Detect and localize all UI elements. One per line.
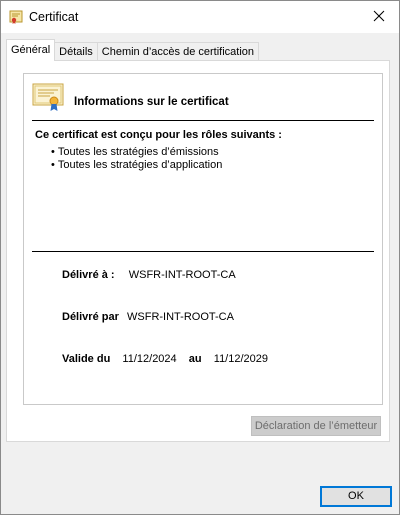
general-tab-panel: Informations sur le certificat Ce certif… xyxy=(6,60,390,442)
tab-certification-path[interactable]: Chemin d’accès de certification xyxy=(96,42,260,61)
valid-from-value: 11/12/2024 xyxy=(122,353,177,365)
certificate-info-box: Informations sur le certificat Ce certif… xyxy=(23,73,383,405)
tab-general[interactable]: Général xyxy=(6,39,56,61)
certificate-ribbon-icon xyxy=(32,82,66,112)
certificate-dialog: Certificat Général Détails Chemin d’accè… xyxy=(0,0,400,515)
issued-to-value: WSFR-INT-ROOT-CA xyxy=(128,269,236,281)
divider xyxy=(32,120,374,121)
info-heading: Informations sur le certificat xyxy=(74,96,229,108)
issuer-statement-button[interactable]: Déclaration de l’émetteur xyxy=(251,416,381,436)
divider xyxy=(32,251,374,252)
issued-by-value: WSFR-INT-ROOT-CA xyxy=(127,311,234,323)
issued-by-label: Délivré par xyxy=(62,311,119,323)
list-item: Toutes les stratégies d’émissions xyxy=(57,146,222,159)
close-button[interactable] xyxy=(359,1,399,33)
issued-to-label: Délivré à : xyxy=(62,269,115,281)
list-item: Toutes les stratégies d’application xyxy=(57,159,222,172)
issued-by-row: Délivré par WSFR-INT-ROOT-CA xyxy=(62,311,234,323)
purpose-list: Toutes les stratégies d’émissions Toutes… xyxy=(57,146,222,172)
valid-to-value: 11/12/2029 xyxy=(213,353,269,365)
issued-to-row: Délivré à : WSFR-INT-ROOT-CA xyxy=(62,269,236,281)
certificate-icon xyxy=(9,10,23,24)
ok-button[interactable]: OK xyxy=(320,486,392,507)
dialog-footer: OK xyxy=(1,475,399,515)
valid-to-label: au xyxy=(188,353,202,365)
valid-from-label: Valide du xyxy=(62,353,111,365)
window-title: Certificat xyxy=(29,10,79,24)
validity-row: Valide du 11/12/2024 au 11/12/2029 xyxy=(62,353,268,365)
title-bar: Certificat xyxy=(1,1,399,33)
tab-details[interactable]: Détails xyxy=(54,42,98,61)
purpose-heading: Ce certificat est conçu pour les rôles s… xyxy=(35,129,282,141)
tab-strip: Général Détails Chemin d’accès de certif… xyxy=(6,39,260,61)
close-icon xyxy=(373,10,385,25)
